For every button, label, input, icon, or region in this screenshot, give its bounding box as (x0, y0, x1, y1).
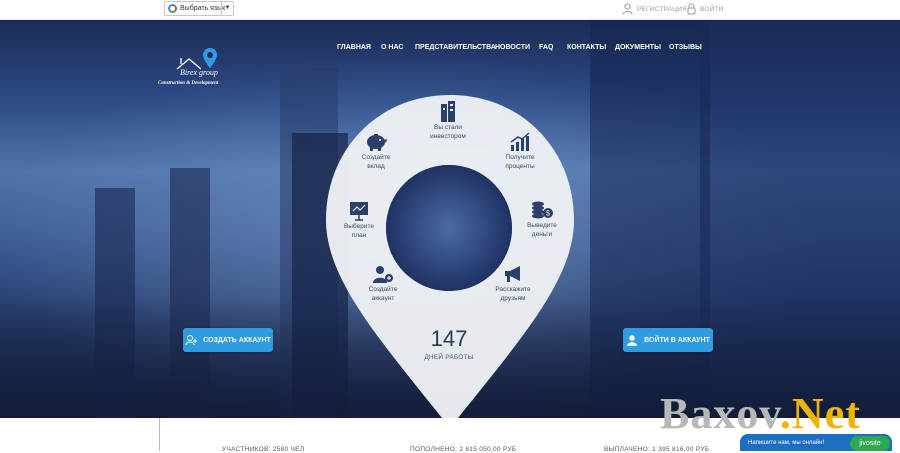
stat-paid: ВЫПЛАЧЕНО: 1 395 816,00 РУБ (604, 446, 710, 453)
step-withdraw: $ Выведите деньги (507, 200, 577, 239)
megaphone-icon (505, 266, 520, 282)
chat-prompt: Напишите нам, мы онлайн! (748, 439, 825, 446)
step-choose-plan-line2: план (351, 231, 367, 239)
google-icon (168, 4, 177, 13)
login-link[interactable]: ВОЙТИ (687, 3, 724, 15)
lock-icon (687, 3, 696, 15)
days-counter-label: ДНЕЙ РАБОТЫ (424, 354, 474, 361)
step-create-account-line1: Создайте (368, 286, 398, 293)
step-share-line2: друзьям (500, 294, 526, 302)
coins-icon: $ (532, 201, 553, 219)
stat-deposited: ПОПОЛНЕНО: 2 815 050,00 РУБ (410, 446, 517, 453)
step-create-account-line2: аккаунт (371, 294, 395, 302)
step-interest-line2: проценты (505, 162, 535, 170)
building-icon (441, 101, 455, 122)
register-link[interactable]: РЕГИСТРАЦИЯ (622, 3, 687, 15)
step-share: Расскажите друзьям (478, 264, 548, 303)
chat-brand-badge[interactable]: jivosite (850, 436, 890, 451)
step-investor: Вы стали инвестором (413, 100, 483, 141)
step-deposit: Создайте вклад (341, 132, 411, 171)
chevron-down-icon: ▼ (221, 2, 233, 15)
user-icon (627, 335, 638, 346)
create-account-label: СОЗДАТЬ АККАУНТ (203, 336, 271, 344)
stat-participants: УЧАСТНИКОВ: 2580 ЧЕЛ (222, 446, 305, 453)
step-interest-line1: Получите (505, 154, 535, 161)
login-account-button[interactable]: ВОЙТИ В АККАУНТ (623, 328, 713, 352)
watermark-part2: .Net (779, 389, 861, 438)
login-account-label: ВОЙТИ В АККАУНТ (644, 336, 710, 344)
svg-text:$: $ (546, 211, 550, 218)
register-label: РЕГИСТРАЦИЯ (637, 5, 687, 13)
watermark-part1: Baxov (660, 389, 780, 438)
presentation-icon (350, 202, 368, 221)
days-counter-value: 147 (430, 326, 468, 351)
top-bar: Выбрать язык ▼ РЕГИСТРАЦИЯ ВОЙТИ (0, 0, 900, 20)
language-selector-label: Выбрать язык (180, 5, 226, 12)
piggy-bank-icon (367, 134, 387, 151)
step-withdraw-line1: Выведите (527, 222, 557, 229)
divider (159, 418, 160, 451)
step-investor-line1: Вы стали (433, 124, 462, 131)
add-user-icon (185, 335, 198, 346)
step-share-line1: Расскажите (495, 286, 531, 293)
watermark: Baxov.Net (660, 388, 861, 439)
growth-chart-icon (510, 132, 530, 151)
chat-widget[interactable]: Напишите нам, мы онлайн! jivosite (740, 434, 892, 451)
create-account-button[interactable]: СОЗДАТЬ АККАУНТ (183, 328, 273, 352)
login-label: ВОЙТИ (700, 5, 724, 13)
step-investor-line2: инвестором (430, 132, 466, 140)
step-withdraw-line2: деньги (531, 230, 553, 238)
step-deposit-line1: Создайте (361, 154, 391, 161)
step-choose-plan: Выберите план (324, 201, 394, 240)
step-deposit-line2: вклад (367, 162, 385, 170)
step-choose-plan-line1: Выберите (343, 223, 375, 230)
add-user-icon (373, 266, 393, 283)
language-selector[interactable]: Выбрать язык ▼ (164, 1, 234, 16)
step-create-account: Создайте аккаунт (348, 264, 418, 303)
step-interest: Получите проценты (485, 132, 555, 171)
user-icon (622, 3, 633, 15)
